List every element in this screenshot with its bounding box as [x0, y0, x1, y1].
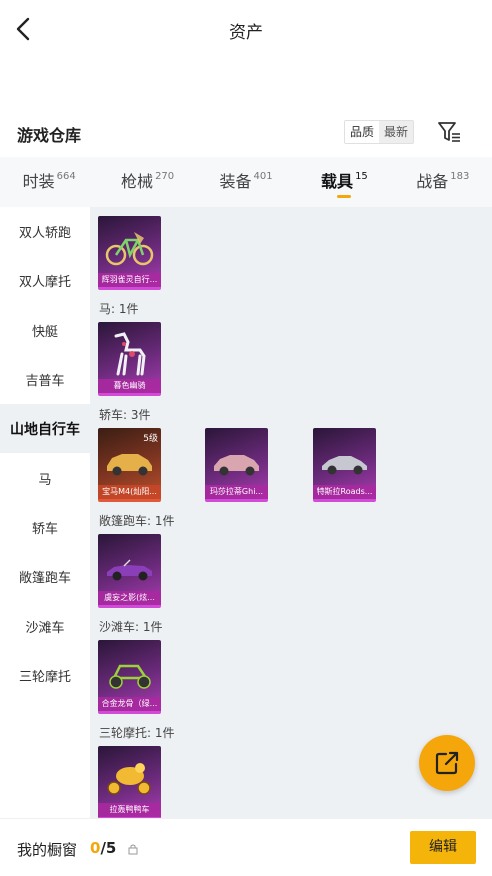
filter-button[interactable]: [436, 119, 462, 145]
tab-supplies[interactable]: 战备 183: [394, 157, 492, 207]
tab-vehicles[interactable]: 载具 15: [295, 157, 393, 207]
horse-icon: [114, 332, 146, 376]
sidebar-item-sedan[interactable]: 轿车: [0, 503, 90, 552]
car-icon: [107, 454, 152, 476]
page-title: 资产: [229, 23, 263, 43]
bottom-bar: 我的橱窗 0/5 编辑: [0, 818, 492, 876]
vehicle-card[interactable]: 5级 宝马M4(灿阳...: [98, 428, 161, 502]
car-icon: [322, 456, 367, 475]
car-icon: [107, 559, 152, 581]
tab-label: 战备: [416, 172, 449, 191]
tab-label: 时装: [22, 172, 55, 191]
sidebar-item-two-seat-motorcycle[interactable]: 双人摩托: [0, 256, 90, 305]
sidebar-item-mountain-bike[interactable]: 山地自行车: [0, 404, 90, 454]
tab-label: 装备: [219, 172, 252, 191]
vehicle-name: 宝马M4(灿阳...: [98, 485, 161, 499]
tab-label: 枪械: [121, 172, 154, 191]
tab-count: 664: [56, 171, 76, 182]
trike-icon: [107, 763, 151, 795]
vehicle-name: 虞妄之影(炫...: [98, 591, 161, 605]
vehicle-card[interactable]: 合金龙骨（绿...: [98, 640, 161, 714]
lock-icon: [128, 844, 138, 855]
assets-page: 资产 游戏仓库 品质 最新 时装 664 枪械 270 装备 401 载具 15 战备 1…: [0, 0, 492, 876]
sidebar-item-jeep[interactable]: 吉普车: [0, 355, 90, 404]
vehicle-card[interactable]: 特斯拉Roads...: [313, 428, 376, 502]
vehicle-card[interactable]: 暮色幽骑: [98, 322, 161, 396]
group-label-horse: 马: 1件: [99, 302, 139, 316]
tab-count: 270: [155, 171, 175, 182]
sidebar-item-speedboat[interactable]: 快艇: [0, 306, 90, 355]
tab-label: 载具: [321, 172, 354, 191]
tab-underline: [337, 195, 352, 198]
showcase-count-current: 0: [90, 839, 101, 857]
tab-guns[interactable]: 枪械 270: [98, 157, 196, 207]
showcase-count: 0/5: [90, 839, 116, 857]
vehicle-name: 玛莎拉蒂Ghi...: [205, 485, 268, 499]
edit-button[interactable]: 编辑: [410, 831, 476, 864]
sort-option-latest[interactable]: 最新: [379, 121, 414, 143]
vehicle-card[interactable]: 辉羽雀灵自行...: [98, 216, 161, 290]
vehicle-card[interactable]: 玛莎拉蒂Ghi...: [205, 428, 268, 502]
vehicle-name: 特斯拉Roads...: [313, 485, 376, 499]
warehouse-title: 游戏仓库: [17, 126, 82, 145]
tab-count: 401: [253, 171, 273, 182]
group-label-trike: 三轮摩托: 1件: [99, 726, 175, 740]
tab-count: 15: [355, 171, 368, 182]
sort-toggle: 品质 最新: [344, 120, 415, 144]
tab-equipment[interactable]: 装备 401: [197, 157, 295, 207]
vehicle-card[interactable]: 虞妄之影(炫...: [98, 534, 161, 608]
tab-count: 183: [450, 171, 470, 182]
vehicle-card[interactable]: 拉轰鸭鸭车: [98, 746, 161, 818]
sidebar-item-trike[interactable]: 三轮摩托: [0, 651, 90, 700]
showcase-count-max: 5: [105, 839, 117, 857]
sidebar-item-convertible[interactable]: 敞篷跑车: [0, 552, 90, 601]
top-bar: 资产: [0, 0, 492, 58]
category-tabs: 时装 664 枪械 270 装备 401 载具 15 战备 183: [0, 157, 492, 207]
vehicle-name: 合金龙骨（绿...: [98, 697, 161, 711]
group-label-sedan: 轿车: 3件: [99, 408, 151, 422]
car-icon: [214, 455, 259, 476]
share-button[interactable]: [419, 735, 475, 791]
group-label-buggy: 沙滩车: 1件: [99, 620, 163, 634]
buggy-icon: [109, 664, 151, 689]
bicycle-icon: [105, 232, 154, 266]
sidebar-item-horse[interactable]: 马: [0, 453, 90, 502]
external-link-icon: [435, 751, 459, 775]
filter-icon: [438, 122, 460, 142]
vehicle-list: 辉羽雀灵自行... 马: 1件 暮色幽骑 轿车: 3件 5级 宝马M4(灿阳..…: [90, 207, 492, 818]
group-label-convertible: 敞篷跑车: 1件: [99, 514, 175, 528]
sidebar-item-two-seat-coupe[interactable]: 双人轿跑: [0, 207, 90, 256]
vehicle-name: 辉羽雀灵自行...: [98, 273, 161, 287]
vehicle-name: 暮色幽骑: [98, 379, 161, 393]
vehicle-type-sidebar: 双人轿跑 双人摩托 快艇 吉普车 山地自行车 马 轿车 敞篷跑车 沙滩车 三轮摩…: [0, 207, 90, 818]
sort-option-quality[interactable]: 品质: [345, 121, 380, 143]
tab-fashion[interactable]: 时装 664: [0, 157, 98, 207]
vehicle-name: 拉轰鸭鸭车: [98, 803, 161, 817]
showcase-label: 我的橱窗: [17, 841, 78, 859]
sidebar-item-buggy[interactable]: 沙滩车: [0, 601, 90, 650]
